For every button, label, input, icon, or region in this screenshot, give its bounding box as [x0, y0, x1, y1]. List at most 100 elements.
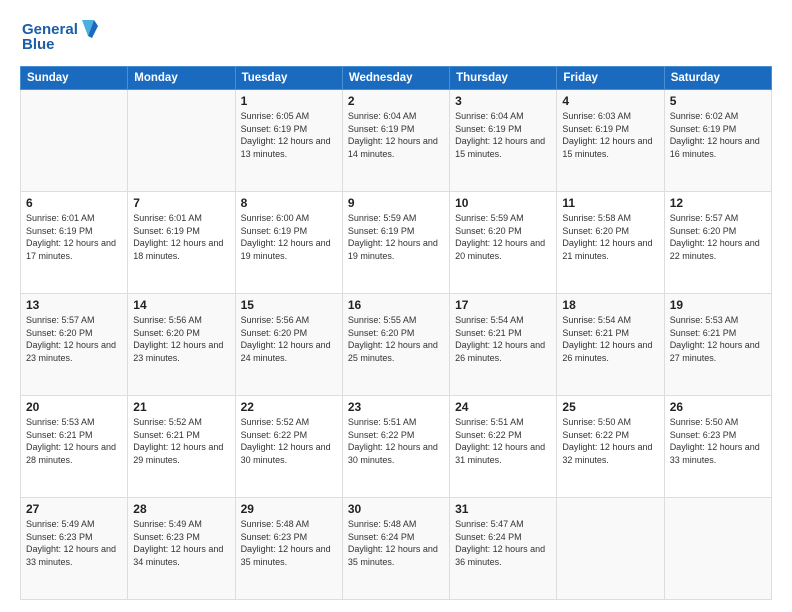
- day-cell: 12 Sunrise: 5:57 AM Sunset: 6:20 PM Dayli…: [664, 192, 771, 294]
- day-number: 15: [241, 298, 337, 312]
- day-info: Sunrise: 5:57 AM Sunset: 6:20 PM Dayligh…: [26, 314, 122, 364]
- day-info: Sunrise: 5:53 AM Sunset: 6:21 PM Dayligh…: [26, 416, 122, 466]
- day-cell: 2 Sunrise: 6:04 AM Sunset: 6:19 PM Daylig…: [342, 90, 449, 192]
- day-cell: 19Sunrise: 5:53 AM Sunset: 6:21 PM Dayli…: [664, 294, 771, 396]
- day-cell: 25 Sunrise: 5:50 AM Sunset: 6:22 PM Dayli…: [557, 396, 664, 498]
- day-cell: 16 Sunrise: 5:55 AM Sunset: 6:20 PM Dayli…: [342, 294, 449, 396]
- calendar-body: 1 Sunrise: 6:05 AM Sunset: 6:19 PM Daylig…: [21, 90, 772, 600]
- day-info: Sunrise: 5:48 AM Sunset: 6:24 PM Dayligh…: [348, 518, 444, 568]
- day-info: Sunrise: 5:52 AM Sunset: 6:21 PM Dayligh…: [133, 416, 229, 466]
- day-info: Sunrise: 5:52 AM Sunset: 6:22 PM Dayligh…: [241, 416, 337, 466]
- day-number: 24: [455, 400, 551, 414]
- weekday-header-saturday: Saturday: [664, 67, 771, 90]
- svg-text:Blue: Blue: [22, 36, 55, 53]
- day-info: Sunrise: 5:48 AM Sunset: 6:23 PM Dayligh…: [241, 518, 337, 568]
- day-cell: 10 Sunrise: 5:59 AM Sunset: 6:20 PM Dayli…: [450, 192, 557, 294]
- day-number: 1: [241, 94, 337, 108]
- day-number: 9: [348, 196, 444, 210]
- day-number: 7: [133, 196, 229, 210]
- day-info: Sunrise: 6:02 AM Sunset: 6:19 PM Dayligh…: [670, 110, 766, 160]
- day-cell: 9 Sunrise: 5:59 AM Sunset: 6:19 PM Daylig…: [342, 192, 449, 294]
- day-info: Sunrise: 6:03 AM Sunset: 6:19 PM Dayligh…: [562, 110, 658, 160]
- day-cell: 30 Sunrise: 5:48 AM Sunset: 6:24 PM Dayli…: [342, 498, 449, 600]
- day-cell: 27 Sunrise: 5:49 AM Sunset: 6:23 PM Dayli…: [21, 498, 128, 600]
- day-number: 16: [348, 298, 444, 312]
- day-cell: 24 Sunrise: 5:51 AM Sunset: 6:22 PM Dayli…: [450, 396, 557, 498]
- weekday-header-wednesday: Wednesday: [342, 67, 449, 90]
- weekday-header-monday: Monday: [128, 67, 235, 90]
- day-info: Sunrise: 5:50 AM Sunset: 6:23 PM Dayligh…: [670, 416, 766, 466]
- day-cell: 29 Sunrise: 5:48 AM Sunset: 6:23 PM Dayli…: [235, 498, 342, 600]
- day-cell: 17 Sunrise: 5:54 AM Sunset: 6:21 PM Dayli…: [450, 294, 557, 396]
- day-number: 8: [241, 196, 337, 210]
- day-cell: 26 Sunrise: 5:50 AM Sunset: 6:23 PM Dayli…: [664, 396, 771, 498]
- day-info: Sunrise: 5:47 AM Sunset: 6:24 PM Dayligh…: [455, 518, 551, 568]
- day-number: 29: [241, 502, 337, 516]
- day-cell: 5 Sunrise: 6:02 AM Sunset: 6:19 PM Daylig…: [664, 90, 771, 192]
- day-info: Sunrise: 5:59 AM Sunset: 6:20 PM Dayligh…: [455, 212, 551, 262]
- day-cell: 22 Sunrise: 5:52 AM Sunset: 6:22 PM Dayli…: [235, 396, 342, 498]
- day-cell: 28Sunrise: 5:49 AM Sunset: 6:23 PM Dayli…: [128, 498, 235, 600]
- day-info: Sunrise: 5:54 AM Sunset: 6:21 PM Dayligh…: [455, 314, 551, 364]
- day-info: Sunrise: 5:58 AM Sunset: 6:20 PM Dayligh…: [562, 212, 658, 262]
- day-number: 10: [455, 196, 551, 210]
- week-row-1: 1 Sunrise: 6:05 AM Sunset: 6:19 PM Daylig…: [21, 90, 772, 192]
- day-info: Sunrise: 6:04 AM Sunset: 6:19 PM Dayligh…: [348, 110, 444, 160]
- page: GeneralBlue SundayMondayTuesdayWednesday…: [0, 0, 792, 612]
- day-cell: 7 Sunrise: 6:01 AM Sunset: 6:19 PM Daylig…: [128, 192, 235, 294]
- day-info: Sunrise: 6:00 AM Sunset: 6:19 PM Dayligh…: [241, 212, 337, 262]
- day-number: 22: [241, 400, 337, 414]
- day-info: Sunrise: 5:54 AM Sunset: 6:21 PM Dayligh…: [562, 314, 658, 364]
- day-cell: 8 Sunrise: 6:00 AM Sunset: 6:19 PM Daylig…: [235, 192, 342, 294]
- day-info: Sunrise: 5:56 AM Sunset: 6:20 PM Dayligh…: [133, 314, 229, 364]
- day-cell: [21, 90, 128, 192]
- week-row-4: 20Sunrise: 5:53 AM Sunset: 6:21 PM Dayli…: [21, 396, 772, 498]
- day-cell: 11 Sunrise: 5:58 AM Sunset: 6:20 PM Dayli…: [557, 192, 664, 294]
- day-number: 25: [562, 400, 658, 414]
- weekday-header-friday: Friday: [557, 67, 664, 90]
- day-cell: 31Sunrise: 5:47 AM Sunset: 6:24 PM Dayli…: [450, 498, 557, 600]
- logo: GeneralBlue: [20, 16, 100, 56]
- day-cell: 15 Sunrise: 5:56 AM Sunset: 6:20 PM Dayli…: [235, 294, 342, 396]
- day-number: 4: [562, 94, 658, 108]
- day-cell: 3 Sunrise: 6:04 AM Sunset: 6:19 PM Daylig…: [450, 90, 557, 192]
- day-info: Sunrise: 6:04 AM Sunset: 6:19 PM Dayligh…: [455, 110, 551, 160]
- day-info: Sunrise: 5:59 AM Sunset: 6:19 PM Dayligh…: [348, 212, 444, 262]
- logo-icon: GeneralBlue: [20, 16, 100, 56]
- day-info: Sunrise: 5:53 AM Sunset: 6:21 PM Dayligh…: [670, 314, 766, 364]
- day-info: Sunrise: 5:55 AM Sunset: 6:20 PM Dayligh…: [348, 314, 444, 364]
- week-row-5: 27 Sunrise: 5:49 AM Sunset: 6:23 PM Dayli…: [21, 498, 772, 600]
- day-info: Sunrise: 5:51 AM Sunset: 6:22 PM Dayligh…: [455, 416, 551, 466]
- day-number: 17: [455, 298, 551, 312]
- weekday-header-thursday: Thursday: [450, 67, 557, 90]
- day-number: 21: [133, 400, 229, 414]
- week-row-2: 6 Sunrise: 6:01 AM Sunset: 6:19 PM Daylig…: [21, 192, 772, 294]
- calendar: SundayMondayTuesdayWednesdayThursdayFrid…: [20, 66, 772, 600]
- day-info: Sunrise: 6:01 AM Sunset: 6:19 PM Dayligh…: [133, 212, 229, 262]
- day-number: 26: [670, 400, 766, 414]
- day-number: 5: [670, 94, 766, 108]
- day-number: 6: [26, 196, 122, 210]
- day-number: 2: [348, 94, 444, 108]
- day-info: Sunrise: 5:49 AM Sunset: 6:23 PM Dayligh…: [133, 518, 229, 568]
- weekday-row: SundayMondayTuesdayWednesdayThursdayFrid…: [21, 67, 772, 90]
- day-cell: 6Sunrise: 6:01 AM Sunset: 6:19 PM Daylig…: [21, 192, 128, 294]
- day-info: Sunrise: 6:05 AM Sunset: 6:19 PM Dayligh…: [241, 110, 337, 160]
- weekday-header-sunday: Sunday: [21, 67, 128, 90]
- day-info: Sunrise: 5:56 AM Sunset: 6:20 PM Dayligh…: [241, 314, 337, 364]
- weekday-header-tuesday: Tuesday: [235, 67, 342, 90]
- day-cell: 18Sunrise: 5:54 AM Sunset: 6:21 PM Dayli…: [557, 294, 664, 396]
- day-info: Sunrise: 5:49 AM Sunset: 6:23 PM Dayligh…: [26, 518, 122, 568]
- day-cell: 4 Sunrise: 6:03 AM Sunset: 6:19 PM Daylig…: [557, 90, 664, 192]
- day-cell: 23Sunrise: 5:51 AM Sunset: 6:22 PM Dayli…: [342, 396, 449, 498]
- day-number: 3: [455, 94, 551, 108]
- day-number: 12: [670, 196, 766, 210]
- calendar-header: SundayMondayTuesdayWednesdayThursdayFrid…: [21, 67, 772, 90]
- day-number: 27: [26, 502, 122, 516]
- day-number: 11: [562, 196, 658, 210]
- day-number: 30: [348, 502, 444, 516]
- day-cell: 1 Sunrise: 6:05 AM Sunset: 6:19 PM Daylig…: [235, 90, 342, 192]
- day-info: Sunrise: 5:57 AM Sunset: 6:20 PM Dayligh…: [670, 212, 766, 262]
- day-info: Sunrise: 5:50 AM Sunset: 6:22 PM Dayligh…: [562, 416, 658, 466]
- day-cell: 20Sunrise: 5:53 AM Sunset: 6:21 PM Dayli…: [21, 396, 128, 498]
